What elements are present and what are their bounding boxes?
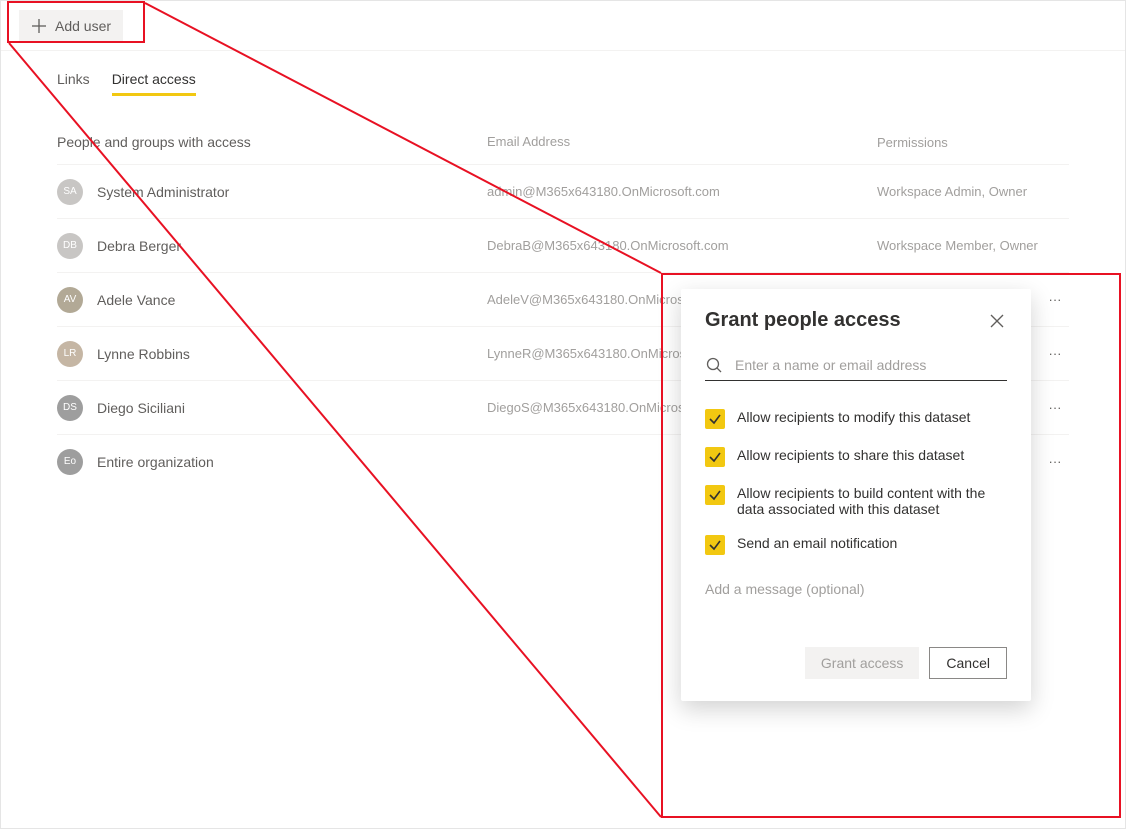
table-header-email: Email Address <box>487 134 877 150</box>
user-name: Adele Vance <box>97 292 175 308</box>
user-email: DebraB@M365x643180.OnMicrosoft.com <box>487 238 877 253</box>
user-name: Lynne Robbins <box>97 346 190 362</box>
checkbox-icon[interactable] <box>705 409 725 429</box>
option-label: Allow recipients to modify this dataset <box>737 409 970 425</box>
user-name: Debra Berger <box>97 238 181 254</box>
avatar: DS <box>57 395 83 421</box>
table-row: DB Debra Berger DebraB@M365x643180.OnMic… <box>57 218 1069 272</box>
user-name: Entire organization <box>97 454 214 470</box>
user-email: admin@M365x643180.OnMicrosoft.com <box>487 184 877 199</box>
option-label: Allow recipients to share this dataset <box>737 447 964 463</box>
more-options-button[interactable]: ··· <box>1041 394 1069 422</box>
avatar: DB <box>57 233 83 259</box>
add-user-label: Add user <box>55 18 111 34</box>
table-header-people: People and groups with access <box>57 134 487 150</box>
avatar: SA <box>57 179 83 205</box>
more-options-button[interactable]: ··· <box>1041 286 1069 314</box>
avatar: LR <box>57 341 83 367</box>
toolbar: Add user <box>1 1 1125 51</box>
cancel-button[interactable]: Cancel <box>929 647 1007 679</box>
checkbox-icon[interactable] <box>705 485 725 505</box>
avatar: AV <box>57 287 83 313</box>
close-icon[interactable] <box>987 311 1007 331</box>
avatar: Eo <box>57 449 83 475</box>
user-name: System Administrator <box>97 184 229 200</box>
option-label: Allow recipients to build content with t… <box>737 485 1007 517</box>
table-header-permissions: Permissions <box>877 134 1069 150</box>
recipient-input-row <box>705 356 1007 381</box>
tab-direct-access[interactable]: Direct access <box>112 71 196 96</box>
table-row: SA System Administrator admin@M365x64318… <box>57 164 1069 218</box>
grant-access-dialog: Grant people access Allow recipients to … <box>681 289 1031 701</box>
user-name: Diego Siciliani <box>97 400 185 416</box>
user-permission: Workspace Member, Owner <box>877 238 1038 253</box>
grant-access-button[interactable]: Grant access <box>805 647 919 679</box>
tab-links[interactable]: Links <box>57 71 90 96</box>
message-input[interactable]: Add a message (optional) <box>705 581 1007 597</box>
table-header-row: People and groups with access Email Addr… <box>57 96 1069 164</box>
option-send-email[interactable]: Send an email notification <box>705 535 1007 555</box>
add-user-button[interactable]: Add user <box>19 10 123 42</box>
more-options-button[interactable]: ··· <box>1041 448 1069 476</box>
more-options-button[interactable]: ··· <box>1041 340 1069 368</box>
checkbox-icon[interactable] <box>705 535 725 555</box>
user-permission: Workspace Admin, Owner <box>877 184 1027 199</box>
search-icon <box>705 356 723 374</box>
option-modify[interactable]: Allow recipients to modify this dataset <box>705 409 1007 429</box>
tabs: Links Direct access <box>1 51 1125 96</box>
plus-icon <box>31 18 47 34</box>
option-build-content[interactable]: Allow recipients to build content with t… <box>705 485 1007 517</box>
recipient-input[interactable] <box>733 356 1007 374</box>
dialog-title: Grant people access <box>705 309 901 332</box>
option-share[interactable]: Allow recipients to share this dataset <box>705 447 1007 467</box>
option-label: Send an email notification <box>737 535 897 551</box>
checkbox-icon[interactable] <box>705 447 725 467</box>
